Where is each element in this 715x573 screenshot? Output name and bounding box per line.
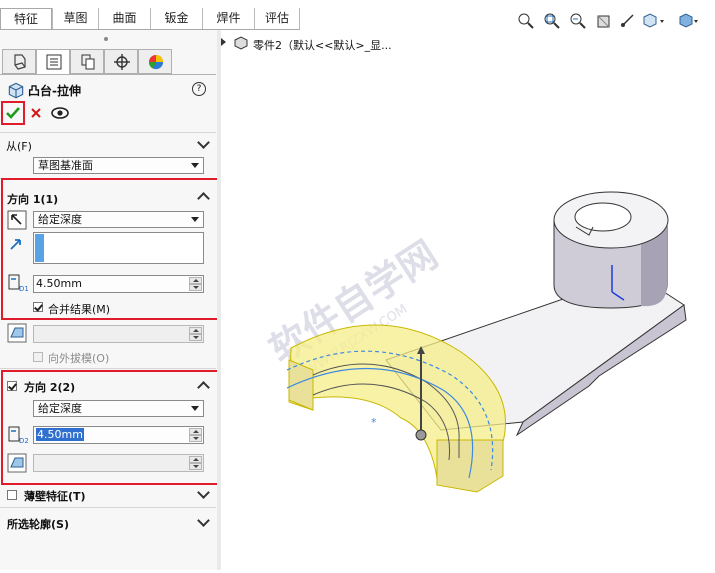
- from-collapse-chevron-icon[interactable]: [197, 136, 210, 149]
- selection-active-indicator: [35, 234, 44, 262]
- direction1-section-label: 方向 1(1): [7, 193, 59, 206]
- from-section-label: 从(F): [6, 140, 32, 153]
- command-manager-tabs: 特征 草图 曲面 钣金 焊件 评估: [0, 0, 300, 30]
- divider: [0, 132, 216, 133]
- panel-tabs-baseline: [0, 74, 216, 75]
- divider: [0, 507, 216, 508]
- direction2-depth-input[interactable]: 4.50mm: [33, 426, 204, 444]
- display-manager-icon: [148, 55, 164, 70]
- section-view-icon[interactable]: [595, 12, 613, 30]
- draft-outward-checkbox[interactable]: [33, 352, 43, 362]
- property-manager-panel: 凸台-拉伸 ? 从(F) 草图基准面 方向 1(1) 给定深度 D1 4.50m…: [0, 30, 223, 570]
- part-tree-item[interactable]: 零件2（默认<<默认>_显...: [253, 37, 392, 53]
- detailed-preview-eye-icon[interactable]: [50, 105, 70, 121]
- help-icon[interactable]: ?: [192, 82, 206, 96]
- extrude-preview-right-end: [436, 439, 504, 493]
- model-view: 软件自学网 WWW.RJZXW.COM *: [262, 191, 687, 493]
- tab-sheet-metal[interactable]: 钣金: [150, 8, 202, 29]
- chevron-down-icon: [191, 163, 199, 168]
- property-manager-icon: [46, 54, 62, 70]
- feature-title: 凸台-拉伸: [28, 84, 81, 98]
- zoom-to-fit-icon[interactable]: [517, 12, 535, 30]
- configuration-manager-tab[interactable]: [70, 49, 104, 74]
- direction2-end-condition-value: 给定深度: [38, 402, 82, 415]
- spin-down-icon[interactable]: [189, 334, 202, 341]
- tab-evaluate[interactable]: 评估: [254, 8, 300, 29]
- depth-d2-icon: D2: [8, 426, 29, 445]
- direction2-draft-angle-input[interactable]: [33, 454, 204, 472]
- spin-down-icon[interactable]: [189, 435, 202, 442]
- direction1-end-condition-select[interactable]: 给定深度: [33, 211, 204, 228]
- spin-up-icon[interactable]: [189, 327, 202, 334]
- divider: [0, 368, 216, 369]
- selected-contours-label: 所选轮廓(S): [7, 518, 69, 531]
- spin-up-icon[interactable]: [189, 428, 202, 435]
- reverse-direction-icon[interactable]: [7, 210, 27, 230]
- draft-outward-label: 向外拔模(O): [48, 352, 110, 365]
- configuration-manager-icon: [81, 54, 95, 70]
- svg-text:D2: D2: [19, 437, 29, 445]
- cancel-icon[interactable]: [30, 107, 42, 119]
- dimxpert-manager-tab[interactable]: [104, 49, 138, 74]
- merge-result-label: 合并结果(M): [48, 303, 111, 316]
- feature-manager-tab[interactable]: [2, 49, 36, 74]
- part-icon: [234, 36, 248, 50]
- direction1-depth-input[interactable]: 4.50mm: [33, 275, 204, 293]
- direction2-depth-value: 4.50mm: [36, 428, 84, 441]
- dynamic-annotation-icon[interactable]: [619, 12, 637, 30]
- tab-weldments[interactable]: 焊件: [202, 8, 254, 29]
- direction1-depth-value: 4.50mm: [36, 277, 82, 290]
- dimxpert-icon: [114, 54, 130, 70]
- from-start-condition-select[interactable]: 草图基准面: [33, 157, 204, 174]
- merge-result-checkbox[interactable]: [33, 302, 43, 312]
- expand-arrow-icon[interactable]: [221, 38, 226, 46]
- display-style-icon[interactable]: [677, 12, 699, 30]
- thin-feature-checkbox[interactable]: [7, 490, 17, 500]
- tab-features[interactable]: 特征: [0, 8, 52, 29]
- chevron-down-icon: [191, 406, 199, 411]
- cylinder-hole: [574, 202, 632, 232]
- draft-toggle-icon[interactable]: [7, 453, 27, 473]
- spin-up-icon[interactable]: [189, 456, 202, 463]
- thin-feature-label: 薄壁特征(T): [24, 490, 86, 503]
- origin-marker-icon: *: [371, 416, 377, 429]
- direction1-end-condition-value: 给定深度: [38, 213, 82, 226]
- draft-angle-input[interactable]: [33, 325, 204, 343]
- direction2-section-label: 方向 2(2): [24, 381, 76, 394]
- depth-d1-icon: D1: [8, 274, 29, 293]
- selected-contours-expand-chevron-icon[interactable]: [197, 514, 210, 527]
- from-start-condition-value: 草图基准面: [38, 159, 93, 172]
- chevron-down-icon: [191, 217, 199, 222]
- display-manager-tab[interactable]: [138, 49, 172, 74]
- svg-text:D1: D1: [19, 285, 29, 293]
- direction2-end-condition-select[interactable]: 给定深度: [33, 400, 204, 417]
- tab-surfaces[interactable]: 曲面: [98, 8, 150, 29]
- drag-handle-icon[interactable]: [415, 429, 427, 441]
- direction-vector-icon: [10, 239, 21, 250]
- panel-grip-dot[interactable]: [104, 37, 108, 41]
- ok-check-icon[interactable]: [5, 105, 21, 121]
- previous-view-icon[interactable]: [569, 12, 587, 30]
- tab-sketch[interactable]: 草图: [52, 8, 98, 29]
- boss-extrude-icon: [8, 82, 24, 99]
- feature-manager-icon: [14, 54, 26, 70]
- spin-down-icon[interactable]: [189, 284, 202, 291]
- graphics-area[interactable]: 软件自学网 WWW.RJZXW.COM *: [221, 30, 715, 570]
- property-manager-tab[interactable]: [36, 49, 70, 74]
- view-orientation-icon[interactable]: [641, 12, 665, 30]
- spin-down-icon[interactable]: [189, 463, 202, 470]
- direction-vector-selection-box[interactable]: [33, 232, 204, 264]
- thin-feature-expand-chevron-icon[interactable]: [197, 486, 210, 499]
- help-glyph: ?: [196, 84, 202, 94]
- zoom-to-area-icon[interactable]: [543, 12, 561, 30]
- spin-up-icon[interactable]: [189, 277, 202, 284]
- draft-toggle-icon[interactable]: [7, 323, 27, 343]
- direction2-checkbox[interactable]: [7, 381, 17, 391]
